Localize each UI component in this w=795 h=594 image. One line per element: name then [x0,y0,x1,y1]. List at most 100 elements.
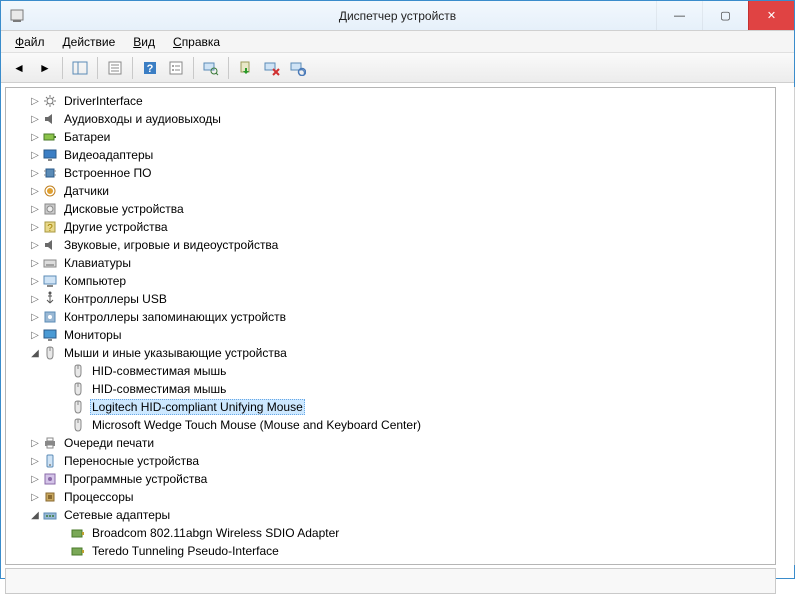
tree-node[interactable]: ▷?Другие устройства [14,218,775,236]
expand-icon[interactable]: ▷ [28,204,42,215]
toolbar-separator [97,57,98,79]
menu-help[interactable]: Справка [165,33,228,51]
menu-file[interactable]: Файл [7,33,53,51]
toolbar-separator [132,57,133,79]
expand-icon[interactable]: ▷ [28,222,42,233]
arrow-left-icon: ◄ [13,61,25,75]
device-tree[interactable]: ▷ DriverInterface ▷Аудиовходы и аудиовыход… [6,88,775,564]
expand-icon[interactable]: ▷ [28,492,42,503]
tree-node-label: Мыши и иные указывающие устройства [62,346,289,360]
gear-icon [42,93,58,109]
device-tree-container: ▷ DriverInterface ▷Аудиовходы и аудиовыход… [5,87,776,565]
tree-node[interactable]: Microsoft Wedge Touch Mouse (Mouse and K… [14,416,775,434]
update-driver-button[interactable] [234,56,258,80]
scan-hw-button[interactable] [199,56,223,80]
tree-node[interactable]: ▷Клавиатуры [14,254,775,272]
tree-node[interactable]: ▷Переносные устройства [14,452,775,470]
back-button[interactable]: ◄ [7,56,31,80]
tree-node[interactable]: ▷Процессоры [14,488,775,506]
tree-node[interactable]: ▷Дисковые устройства [14,200,775,218]
tree-node[interactable]: ▷ DriverInterface [14,92,775,110]
display-icon [42,147,58,163]
tree-node-label: Контроллеры запоминающих устройств [62,310,288,324]
expand-icon[interactable]: ▷ [28,330,42,341]
tree-node[interactable]: ▷ Встроенное ПО [14,164,775,182]
tree-node[interactable]: ▷Видеоадаптеры [14,146,775,164]
tree-node[interactable]: ▷Аудиовходы и аудиовыходы [14,110,775,128]
expand-icon[interactable]: ▷ [28,186,42,197]
tree-node-label: Батареи [62,130,112,144]
svg-text:?: ? [147,63,154,75]
menu-action[interactable]: Действие [55,33,124,51]
expand-icon[interactable]: ▷ [28,132,42,143]
tree-node[interactable]: ▷Компьютер [14,272,775,290]
tree-node[interactable]: ▷ Батареи [14,128,775,146]
toolbar: ◄ ► ? [1,53,794,83]
tree-node[interactable]: ▷Звуковые, игровые и видеоустройства [14,236,775,254]
tree-node-label: Teredo Tunneling Pseudo-Interface [90,544,281,558]
disk-icon [42,201,58,217]
tree-node-label: HID-совместимая мышь [90,382,228,396]
close-button[interactable]: ✕ [748,1,794,30]
expand-icon[interactable]: ▷ [28,456,42,467]
show-hide-tree-button[interactable] [68,56,92,80]
tree-node[interactable]: ▷ Программные устройства [14,470,775,488]
minimize-button[interactable]: — [656,1,702,30]
tree-node[interactable]: ▷ Контроллеры запоминающих устройств [14,308,775,326]
help-button[interactable]: ? [138,56,162,80]
mouse-icon [70,399,86,415]
collapse-icon[interactable]: ◢ [28,510,42,521]
expand-icon[interactable]: ▷ [28,96,42,107]
expand-icon[interactable]: ▷ [28,276,42,287]
properties-icon [107,60,123,76]
titlebar: Диспетчер устройств — ▢ ✕ [1,1,794,31]
action-button[interactable] [164,56,188,80]
tree-node[interactable]: HID-совместимая мышь [14,380,775,398]
tree-node-label: Программные устройства [62,472,209,486]
expand-icon[interactable]: ▷ [28,258,42,269]
tree-node[interactable]: ▷ Датчики [14,182,775,200]
tree-node[interactable]: HID-совместимая мышь [14,362,775,380]
expand-icon[interactable]: ▷ [28,150,42,161]
printer-icon [42,435,58,451]
tree-node[interactable]: Teredo Tunneling Pseudo-Interface [14,542,775,560]
forward-button[interactable]: ► [33,56,57,80]
tree-node-label: Датчики [62,184,111,198]
monitor-icon [42,327,58,343]
tree-node[interactable]: ◢ Мыши и иные указывающие устройства [14,344,775,362]
arrow-right-icon: ► [39,61,51,75]
expand-icon[interactable]: ▷ [28,114,42,125]
menu-view[interactable]: Вид [125,33,163,51]
tree-node[interactable]: Broadcom 802.11abgn Wireless SDIO Adapte… [14,524,775,542]
tree-node-label: DriverInterface [62,94,145,108]
list-icon [168,60,184,76]
expand-icon[interactable]: ▷ [28,438,42,449]
svg-text:?: ? [47,223,53,234]
tree-node-label: Контроллеры USB [62,292,169,306]
tree-node[interactable]: ▷Мониторы [14,326,775,344]
usb-icon [42,291,58,307]
tree-node[interactable]: ▷ Контроллеры USB [14,290,775,308]
uninstall-button[interactable] [260,56,284,80]
expand-icon[interactable]: ▷ [28,168,42,179]
collapse-icon[interactable]: ◢ [28,348,42,359]
expand-icon[interactable]: ▷ [28,294,42,305]
properties-button[interactable] [103,56,127,80]
expand-icon[interactable]: ▷ [28,474,42,485]
mouse-icon [42,345,58,361]
uninstall-icon [264,60,280,76]
keyboard-icon [42,255,58,271]
portable-icon [42,453,58,469]
expand-icon[interactable]: ▷ [28,240,42,251]
tree-node[interactable]: ◢Сетевые адаптеры [14,506,775,524]
maximize-button[interactable]: ▢ [702,1,748,30]
expand-icon[interactable]: ▷ [28,312,42,323]
mouse-icon [70,417,86,433]
tree-node[interactable]: ▷Очереди печати [14,434,775,452]
other-icon: ? [42,219,58,235]
tree-node-label: HID-совместимая мышь [90,364,228,378]
disable-button[interactable] [286,56,310,80]
tree-node-label: Встроенное ПО [62,166,153,180]
audio-icon [42,237,58,253]
tree-node[interactable]: Logitech HID-compliant Unifying Mouse [14,398,775,416]
